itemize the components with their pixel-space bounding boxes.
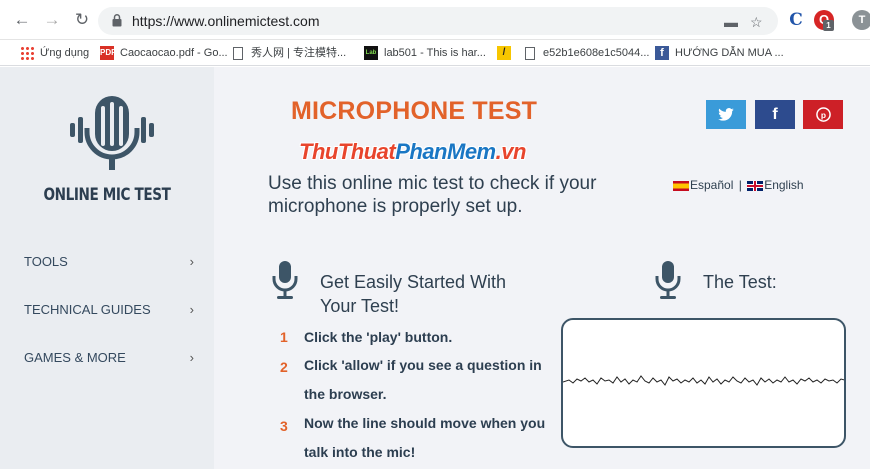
extension-c-label: C bbox=[789, 10, 803, 30]
page-subtitle: Use this online mic test to check if you… bbox=[268, 173, 597, 217]
step-item: 3 Now the line should move when you talk… bbox=[280, 409, 550, 469]
pdf-icon: PDF bbox=[100, 46, 116, 61]
step-text: Click the 'play' button. bbox=[304, 329, 453, 345]
watermark-part: ThuThuat bbox=[299, 139, 396, 164]
bookmark-apps[interactable]: Ứng dụng bbox=[20, 43, 89, 63]
address-bar[interactable]: https://www.onlinemictest.com ▬ ☆ bbox=[98, 7, 778, 35]
forward-icon[interactable]: → bbox=[42, 10, 62, 30]
chevron-right-icon: › bbox=[189, 350, 194, 365]
step-item: 1 Click the 'play' button. bbox=[280, 323, 550, 349]
lang-separator: | bbox=[738, 178, 742, 192]
main-content: MICROPHONE TEST ThuThuatPhanMem.vn Use t… bbox=[214, 67, 870, 469]
lightning-icon: / bbox=[497, 46, 511, 61]
bookmark-label: Caocaocao.pdf - Go... bbox=[120, 47, 228, 59]
mic-waveform-display[interactable] bbox=[561, 318, 846, 448]
twitter-icon bbox=[718, 108, 734, 121]
lang-spanish-link[interactable]: Español bbox=[690, 178, 733, 192]
svg-text:p: p bbox=[820, 110, 825, 120]
uk-flag-icon bbox=[747, 180, 764, 191]
microphone-icon bbox=[272, 261, 298, 299]
page-icon bbox=[233, 46, 243, 60]
extension-badge: 1 bbox=[823, 20, 834, 31]
twitter-share-button[interactable] bbox=[706, 100, 746, 129]
bookmark-label: e52b1e608e1c5044... bbox=[543, 47, 650, 59]
microphone-icon bbox=[655, 261, 681, 299]
step-text: Now the line should move when you talk i… bbox=[304, 415, 546, 460]
page-title: MICROPHONE TEST bbox=[291, 97, 538, 125]
chevron-right-icon: › bbox=[189, 254, 194, 269]
bookmark-label: HƯỚNG DẪN MUA ... bbox=[675, 47, 784, 59]
reload-icon[interactable]: ↻ bbox=[72, 10, 92, 30]
step-text: Click 'allow' if you see a question in t… bbox=[304, 357, 542, 402]
watermark-part: .vn bbox=[495, 139, 527, 164]
bookmark-label: lab501 - This is har... bbox=[384, 47, 486, 59]
spain-flag-icon bbox=[673, 180, 689, 191]
menu-label: GAMES & MORE bbox=[24, 350, 126, 365]
watermark-part: PhanMem bbox=[395, 139, 496, 164]
facebook-icon: f bbox=[772, 106, 778, 123]
star-icon[interactable]: ☆ bbox=[750, 14, 763, 31]
bookmark-label: 秀人网 | 专注模特... bbox=[251, 47, 347, 59]
lock-icon bbox=[112, 14, 122, 27]
bookmark-pdf[interactable]: PDF Caocaocao.pdf - Go... bbox=[100, 43, 228, 63]
camera-icon[interactable]: ▬ bbox=[724, 14, 738, 30]
url-text[interactable]: https://www.onlinemictest.com bbox=[132, 13, 320, 29]
menu-label: TOOLS bbox=[24, 254, 68, 269]
waveform-line bbox=[563, 375, 844, 386]
step-number: 1 bbox=[280, 329, 288, 345]
chevron-right-icon: › bbox=[189, 302, 194, 317]
extension-c-icon[interactable]: C bbox=[786, 10, 806, 30]
bookmark-hash[interactable]: / e52b1e608e1c5044... bbox=[497, 43, 649, 63]
menu-item-tools[interactable]: TOOLS › bbox=[24, 250, 194, 274]
menu-item-technical-guides[interactable]: TECHNICAL GUIDES › bbox=[24, 298, 194, 322]
browser-toolbar: ← → ↻ https://www.onlinemictest.com ▬ ☆ … bbox=[0, 0, 870, 40]
bookmarks-bar: Ứng dụng PDF Caocaocao.pdf - Go... 秀人网 | … bbox=[0, 40, 870, 66]
facebook-share-button[interactable]: f bbox=[755, 100, 795, 129]
bookmark-huongdan[interactable]: f HƯỚNG DẪN MUA ... bbox=[655, 43, 784, 63]
lab501-icon: Lab bbox=[364, 46, 378, 61]
getting-started-heading: Get Easily Started With Your Test! bbox=[320, 272, 507, 316]
menu-label: TECHNICAL GUIDES bbox=[24, 302, 151, 317]
bookmark-lab501[interactable]: Lab lab501 - This is har... bbox=[364, 43, 486, 63]
profile-avatar[interactable]: T bbox=[852, 10, 870, 30]
page-icon bbox=[525, 46, 535, 60]
language-switcher: Español | English bbox=[673, 178, 804, 192]
apps-grid-icon bbox=[20, 46, 34, 61]
facebook-icon: f bbox=[655, 46, 669, 61]
page: ONLINE MIC TEST TOOLS › TECHNICAL GUIDES… bbox=[0, 67, 870, 469]
bookmark-xiuren[interactable]: 秀人网 | 专注模特... bbox=[233, 43, 346, 63]
menu-item-games-more[interactable]: GAMES & MORE › bbox=[24, 346, 194, 370]
lang-english-link[interactable]: English bbox=[764, 178, 803, 192]
watermark: ThuThuatPhanMem.vn bbox=[299, 139, 526, 165]
step-item: 2 Click 'allow' if you see a question in… bbox=[280, 351, 550, 409]
test-heading: The Test: bbox=[703, 272, 777, 292]
sidebar: ONLINE MIC TEST TOOLS › TECHNICAL GUIDES… bbox=[0, 67, 214, 469]
step-number: 3 bbox=[280, 418, 288, 434]
step-number: 2 bbox=[280, 359, 288, 375]
logo-text[interactable]: ONLINE MIC TEST bbox=[21, 185, 192, 205]
back-icon[interactable]: ← bbox=[12, 10, 32, 30]
mic-logo-icon[interactable] bbox=[66, 92, 158, 184]
pinterest-icon: p bbox=[815, 107, 831, 123]
bookmark-label: Ứng dụng bbox=[40, 47, 90, 59]
pinterest-share-button[interactable]: p bbox=[803, 100, 843, 129]
